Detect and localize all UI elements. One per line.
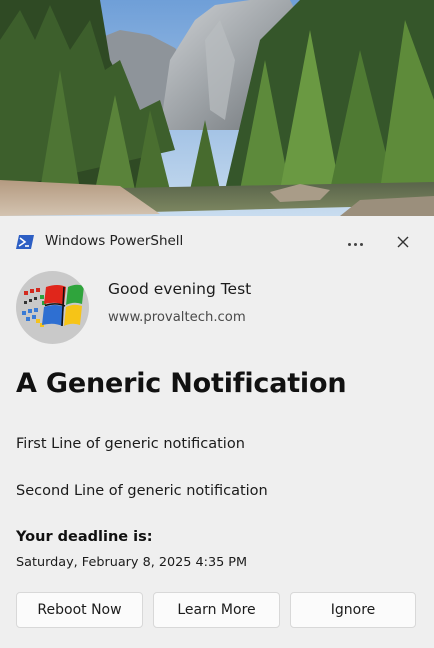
close-icon[interactable] <box>393 232 413 252</box>
toast-header: Windows PowerShell <box>0 216 434 270</box>
notification-line-1: First Line of generic notification <box>16 436 245 452</box>
hero-image <box>0 0 434 216</box>
landscape-graphic <box>0 0 434 216</box>
app-name: Windows PowerShell <box>45 233 184 249</box>
deadline-value: Saturday, February 8, 2025 4:35 PM <box>16 555 248 570</box>
reboot-now-button[interactable]: Reboot Now <box>16 592 143 628</box>
more-options-icon <box>348 243 351 246</box>
notification-line-2: Second Line of generic notification <box>16 483 268 499</box>
toast-notification: Windows PowerShell Good evening Test www… <box>0 0 434 648</box>
deadline-label: Your deadline is: <box>16 529 153 545</box>
notification-title: A Generic Notification <box>16 368 347 399</box>
powershell-icon <box>16 235 34 249</box>
attribution-site: www.provaltech.com <box>108 310 246 325</box>
more-options-button[interactable] <box>343 228 367 256</box>
more-options-icon-dot <box>354 243 357 246</box>
more-options-icon-dot <box>360 243 363 246</box>
greeting-text: Good evening Test <box>108 280 252 298</box>
ignore-button[interactable]: Ignore <box>290 592 416 628</box>
learn-more-button[interactable]: Learn More <box>153 592 280 628</box>
windows-logo-icon <box>16 271 89 344</box>
